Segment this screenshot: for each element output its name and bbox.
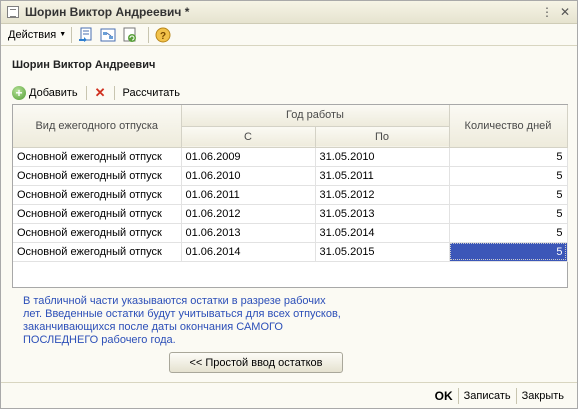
- cell-to[interactable]: 31.05.2015: [315, 242, 450, 262]
- cell-to[interactable]: 31.05.2013: [315, 204, 450, 224]
- column-header-work-year[interactable]: Год работы: [181, 105, 450, 127]
- menu-dots-icon[interactable]: ⋮: [539, 4, 555, 20]
- cell-to[interactable]: 31.05.2010: [315, 147, 450, 167]
- cell-vacation-type[interactable]: Основной ежегодный отпуск: [13, 147, 182, 167]
- table-row[interactable]: Основной ежегодный отпуск 01.06.2011 31.…: [13, 185, 568, 205]
- document-icon: [7, 6, 19, 18]
- add-button[interactable]: + Добавить: [12, 86, 78, 100]
- structure-icon[interactable]: [99, 26, 117, 44]
- document-window: Шорин Виктор Андреевич * ⋮ ✕ Действия ▼ …: [0, 0, 578, 409]
- cell-to[interactable]: 31.05.2011: [315, 166, 450, 186]
- bottom-bar: OK Записать Закрыть: [1, 382, 577, 408]
- info-line: В табличной части указываются остатки в …: [23, 295, 326, 307]
- table-row[interactable]: Основной ежегодный отпуск 01.06.2010 31.…: [13, 166, 568, 186]
- refresh-icon[interactable]: [121, 26, 139, 44]
- help-icon[interactable]: ?: [154, 26, 172, 44]
- column-header-days[interactable]: Количество дней: [449, 105, 568, 148]
- cell-days[interactable]: 5: [449, 223, 568, 243]
- window-title: Шорин Виктор Андреевич *: [25, 5, 190, 19]
- info-line: лет. Введенные остатки будут учитываться…: [23, 308, 341, 320]
- cell-days[interactable]: 5: [449, 147, 568, 167]
- save-button[interactable]: Записать: [459, 390, 516, 402]
- table-row[interactable]: Основной ежегодный отпуск 01.06.2013 31.…: [13, 223, 568, 243]
- dropdown-arrow-icon: ▼: [59, 31, 67, 38]
- command-separator: [85, 86, 87, 100]
- close-button[interactable]: Закрыть: [517, 390, 569, 402]
- cell-days[interactable]: 5: [449, 185, 568, 205]
- cell-from[interactable]: 01.06.2011: [181, 185, 316, 205]
- cell-from[interactable]: 01.06.2013: [181, 223, 316, 243]
- actions-menu[interactable]: Действия ▼: [8, 29, 66, 41]
- add-icon: +: [12, 86, 26, 100]
- svg-text:?: ?: [160, 31, 166, 42]
- actions-menu-label: Действия: [8, 28, 57, 41]
- title-bar: Шорин Виктор Андреевич * ⋮ ✕: [1, 1, 577, 24]
- column-header-vacation-type[interactable]: Вид ежегодного отпуска: [13, 105, 182, 148]
- table-row[interactable]: Основной ежегодный отпуск 01.06.2009 31.…: [13, 147, 568, 167]
- cell-from[interactable]: 01.06.2012: [181, 204, 316, 224]
- info-line: ПОСЛЕДНЕГО рабочего года.: [23, 334, 176, 346]
- cell-from[interactable]: 01.06.2009: [181, 147, 316, 167]
- balances-table[interactable]: Вид ежегодного отпуска Год работы Количе…: [12, 104, 568, 288]
- cell-days[interactable]: 5: [449, 204, 568, 224]
- cell-vacation-type[interactable]: Основной ежегодный отпуск: [13, 204, 182, 224]
- toolbar-separator: [71, 26, 73, 43]
- cell-days[interactable]: 5: [449, 166, 568, 186]
- cell-vacation-type[interactable]: Основной ежегодный отпуск: [13, 223, 182, 243]
- goto-document-icon[interactable]: [77, 26, 95, 44]
- column-header-to[interactable]: По: [315, 126, 450, 148]
- table-row[interactable]: Основной ежегодный отпуск 01.06.2012 31.…: [13, 204, 568, 224]
- cell-from[interactable]: 01.06.2014: [181, 242, 316, 262]
- command-separator: [113, 86, 115, 100]
- form-heading: Шорин Виктор Андреевич: [12, 59, 156, 71]
- delete-icon[interactable]: ✕: [95, 85, 106, 101]
- table-row[interactable]: Основной ежегодный отпуск 01.06.2014 31.…: [13, 242, 568, 262]
- calculate-button[interactable]: Рассчитать: [123, 87, 180, 99]
- cell-from[interactable]: 01.06.2010: [181, 166, 316, 186]
- ok-button[interactable]: OK: [430, 389, 458, 403]
- simple-input-button[interactable]: << Простой ввод остатков: [169, 352, 343, 373]
- add-button-label: Добавить: [29, 87, 78, 99]
- toolbar: Действия ▼ ?: [1, 24, 577, 46]
- cell-vacation-type[interactable]: Основной ежегодный отпуск: [13, 242, 182, 262]
- cell-days-selected[interactable]: 5: [449, 242, 568, 262]
- info-text: В табличной части указываются остатки в …: [23, 295, 353, 347]
- table-command-bar: + Добавить ✕ Рассчитать: [12, 84, 180, 102]
- cell-vacation-type[interactable]: Основной ежегодный отпуск: [13, 166, 182, 186]
- toolbar-separator: [148, 26, 150, 43]
- info-line: заканчивающихся после даты окончания САМ…: [23, 321, 283, 333]
- column-header-from[interactable]: С: [181, 126, 316, 148]
- cell-to[interactable]: 31.05.2012: [315, 185, 450, 205]
- cell-vacation-type[interactable]: Основной ежегодный отпуск: [13, 185, 182, 205]
- cell-to[interactable]: 31.05.2014: [315, 223, 450, 243]
- close-window-icon[interactable]: ✕: [557, 4, 573, 20]
